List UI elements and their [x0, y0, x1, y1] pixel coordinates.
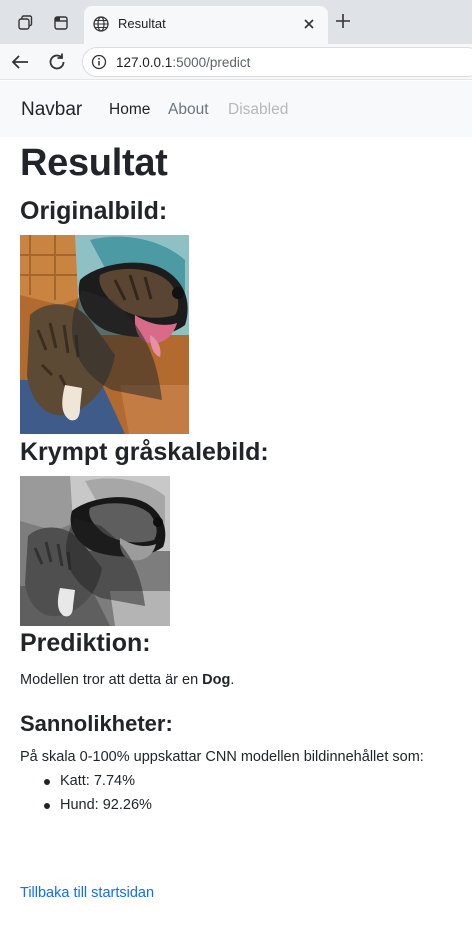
page-title: Resultat — [20, 142, 168, 184]
probability-label: Katt: 7.74% — [60, 773, 135, 789]
prediction-prefix: Modellen tror att detta är en — [20, 672, 203, 688]
probability-label: Hund: 92.26% — [60, 797, 152, 813]
original-image-heading: Originalbild: — [20, 197, 168, 225]
close-icon[interactable] — [300, 15, 318, 33]
address-bar[interactable]: 127.0.0.1:5000/predict — [82, 47, 472, 77]
reload-icon[interactable] — [45, 50, 69, 74]
web-page: Navbar Home About Disabled Resultat Orig… — [0, 81, 472, 925]
browser-toolbar: 127.0.0.1:5000/predict — [0, 44, 472, 80]
prediction-label: Dog — [202, 672, 231, 688]
nav-link-home[interactable]: Home — [109, 101, 150, 119]
browser-tab-active[interactable]: Resultat — [84, 6, 328, 44]
browser-tabstrip: Resultat — [0, 0, 472, 44]
probabilities-heading: Sannolikheter: — [20, 711, 173, 736]
new-tab-icon[interactable] — [332, 10, 354, 32]
bullet — [44, 779, 50, 785]
tab-actions-icon[interactable] — [46, 8, 76, 38]
bullet — [44, 803, 50, 809]
probability-item-dog: Hund: 92.26% — [44, 797, 152, 813]
back-to-start-link[interactable]: Tillbaka till startsidan — [20, 885, 154, 901]
url-host: 127.0.0.1 — [116, 55, 173, 70]
nav-link-about[interactable]: About — [168, 101, 209, 119]
info-icon[interactable] — [91, 54, 107, 70]
navbar: Navbar Home About Disabled — [0, 81, 472, 137]
original-dog-image — [20, 235, 189, 434]
globe-icon — [93, 16, 109, 32]
workspaces-icon[interactable] — [10, 8, 40, 38]
grayscale-dog-image — [20, 476, 170, 626]
back-arrow-icon[interactable] — [8, 50, 32, 74]
prediction-suffix: . — [230, 672, 235, 688]
navbar-brand[interactable]: Navbar — [21, 99, 82, 121]
nav-link-disabled: Disabled — [228, 101, 289, 118]
grayscale-image-heading: Krympt gråskalebild: — [20, 438, 269, 466]
tab-title: Resultat — [118, 16, 166, 31]
probability-item-cat: Katt: 7.74% — [44, 773, 135, 789]
url-path: :5000/predict — [172, 55, 251, 70]
url-text: 127.0.0.1:5000/predict — [116, 55, 250, 70]
probabilities-intro: På skala 0-100% uppskattar CNN modellen … — [20, 749, 424, 765]
prediction-heading: Prediktion: — [20, 629, 151, 657]
prediction-text: Modellen tror att detta är en Dog. — [20, 672, 234, 688]
